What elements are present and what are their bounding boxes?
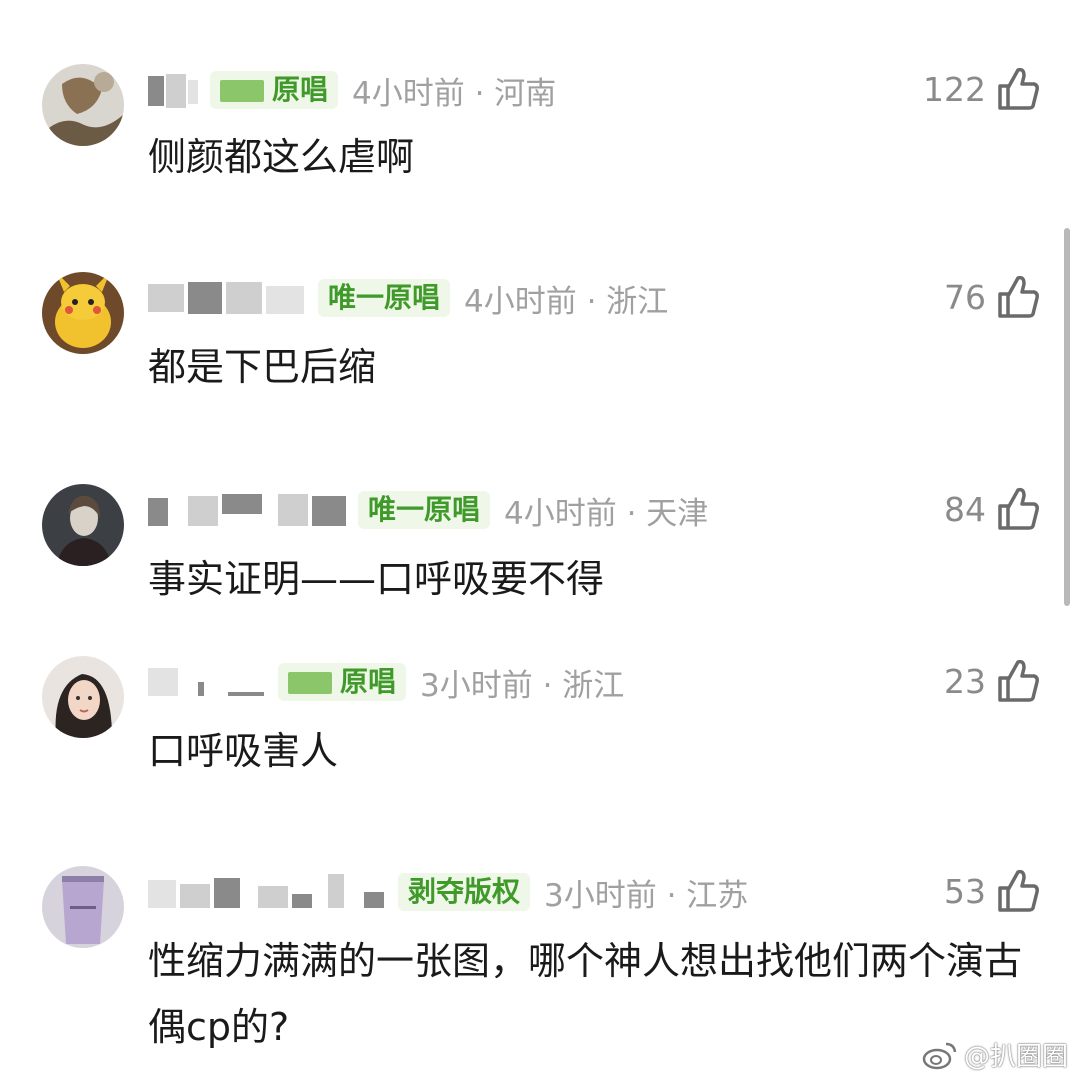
like-button[interactable]: 122: [923, 64, 1040, 114]
avatar[interactable]: [42, 484, 124, 566]
comment-meta: 原唱 3小时前 · 浙江: [148, 660, 624, 704]
watermark: @扒圈圈: [922, 1036, 1068, 1073]
badge: 唯一原唱: [358, 491, 491, 529]
thumbs-up-icon: [998, 659, 1039, 702]
comment-meta: 原唱 4小时前 · 河南: [148, 68, 556, 112]
badge: 原唱: [278, 663, 407, 701]
avatar-image: [42, 656, 124, 738]
thumbs-up-icon: [998, 487, 1039, 530]
badge: 唯一原唱: [318, 279, 451, 317]
like-button[interactable]: 53: [944, 866, 1040, 916]
like-count: 122: [923, 69, 986, 109]
comment-meta: 剥夺版权 3小时前 · 江苏: [148, 870, 748, 914]
like-count: 23: [944, 661, 986, 701]
avatar-image: [42, 272, 124, 354]
thumbs-up-icon: [998, 67, 1039, 110]
comment-text: 性缩力满满的一张图，哪个神人想出找他们两个演古偶cp的?: [148, 939, 1023, 1049]
time-location: 3小时前 · 江苏: [544, 877, 749, 914]
like-count: 53: [944, 871, 986, 911]
comment-meta: 唯一原唱 4小时前 · 天津: [148, 488, 708, 532]
comment-text: 都是下巴后缩: [148, 345, 377, 389]
like-button[interactable]: 84: [944, 484, 1040, 534]
like-button[interactable]: 76: [944, 272, 1040, 322]
thumbs-up-icon: [998, 869, 1039, 912]
scrollbar[interactable]: [1064, 228, 1070, 606]
username-masked[interactable]: [148, 490, 348, 530]
avatar-image: [42, 64, 124, 146]
time-location: 4小时前 · 天津: [504, 495, 709, 532]
watermark-text: @扒圈圈: [963, 1042, 1068, 1072]
comment-meta: 唯一原唱 4小时前 · 浙江: [148, 276, 668, 320]
username-masked[interactable]: [148, 278, 308, 318]
comment-text: 侧颜都这么虐啊: [148, 135, 415, 179]
avatar[interactable]: [42, 866, 124, 948]
badge: 原唱: [210, 71, 339, 109]
username-masked[interactable]: [148, 872, 388, 912]
like-count: 76: [944, 277, 986, 317]
like-count: 84: [944, 489, 986, 529]
username-masked[interactable]: [148, 662, 268, 702]
avatar[interactable]: [42, 656, 124, 738]
username-masked[interactable]: [148, 70, 200, 110]
avatar-image: [42, 484, 124, 566]
thumbs-up-icon: [998, 275, 1039, 318]
comment-text: 事实证明——口呼吸要不得: [148, 557, 605, 601]
time-location: 4小时前 · 浙江: [464, 283, 669, 320]
badge: 剥夺版权: [398, 873, 531, 911]
time-location: 4小时前 · 河南: [352, 75, 557, 112]
like-button[interactable]: 23: [944, 656, 1040, 706]
weibo-logo-icon: [922, 1042, 957, 1069]
avatar-image: [42, 866, 124, 948]
avatar[interactable]: [42, 64, 124, 146]
time-location: 3小时前 · 浙江: [420, 667, 625, 704]
comment-text: 口呼吸害人: [148, 729, 339, 773]
avatar[interactable]: [42, 272, 124, 354]
